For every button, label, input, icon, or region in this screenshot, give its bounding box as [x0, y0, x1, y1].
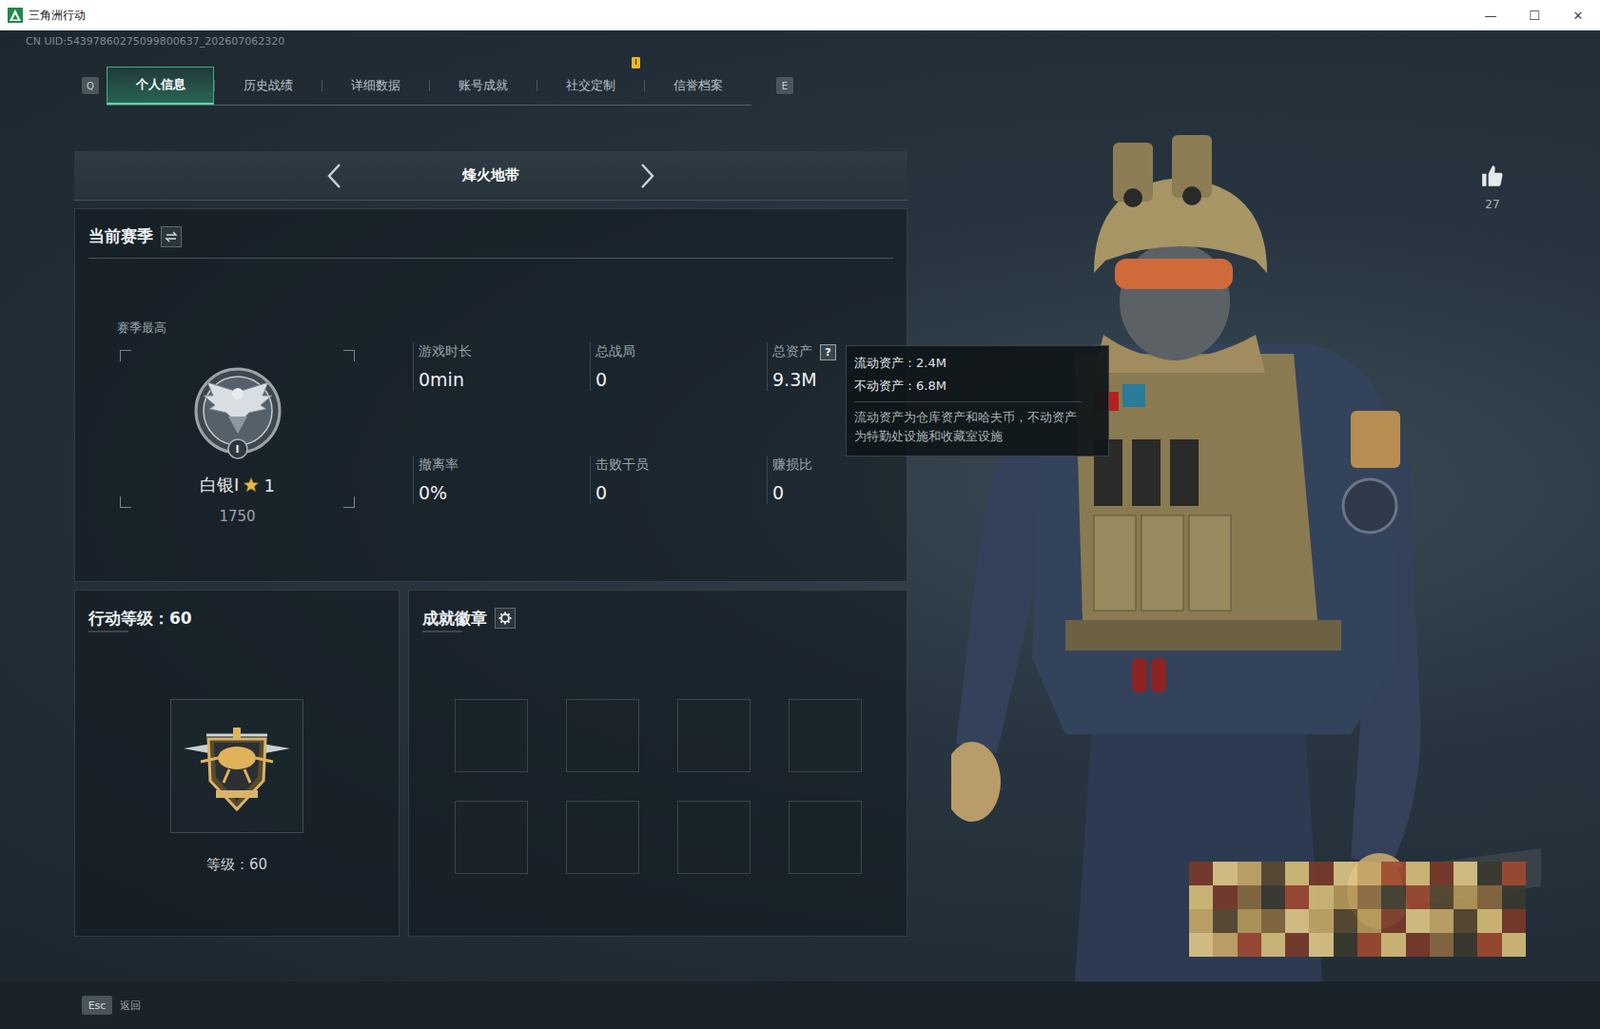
badges-panel: 成就徽章 [408, 589, 908, 937]
title-bar: 三角洲行动—☐✕ [0, 0, 1600, 31]
stat-label: 撤离率 [418, 456, 459, 474]
badge-slot[interactable] [565, 800, 640, 875]
profile-panel: CN UID:54397860275099800637_202607062320… [0, 30, 1600, 937]
season-panel: 当前赛季赛季最高I白银I11750游戏时长0min总战局0总资产?9.3M撤离率… [74, 208, 908, 583]
stat-label-row: 赚损比 [772, 455, 944, 475]
help-icon[interactable]: ? [819, 344, 837, 361]
badge-slot[interactable] [677, 699, 751, 773]
uid-label: CN UID:54397860275099800637_202607062320 [25, 34, 1600, 50]
star-icon [242, 476, 260, 494]
badges-title: 成就徽章 [422, 607, 488, 630]
tab[interactable]: 账号成就 [429, 66, 537, 105]
badge-slot[interactable] [454, 800, 528, 875]
season-header: 当前赛季 [88, 209, 894, 259]
footer-bar: Esc 返回 [0, 981, 1600, 1029]
rank-name: 白银I [199, 473, 239, 497]
tooltip-line: 流动资产：2.4M [854, 351, 1082, 375]
tab-label: 历史战绩 [243, 77, 293, 95]
stat: 游戏时长 0min [412, 342, 590, 391]
tab-label: 账号成就 [458, 77, 508, 95]
profile-screen: CN UID:54397860275099800637_202607062320… [0, 30, 1600, 982]
tab-label: 社交定制 [565, 77, 616, 95]
stat-label: 总资产 [772, 343, 813, 361]
stat-value: 0 [595, 481, 767, 505]
rank-frame: I 白银I 1 [119, 350, 355, 508]
rank-line: 白银I 1 [199, 473, 275, 497]
tab-bar: Q 个人信息 历史战绩 详细数据 账号成就 社交定制 信誉档案 E [81, 65, 1600, 106]
stat-label: 赚损比 [772, 456, 813, 474]
badge-slot[interactable] [677, 800, 751, 875]
season-best-label: 赛季最高 [117, 319, 355, 337]
tooltip-line: 不动资产：6.8M [854, 374, 1082, 398]
season-body: 赛季最高I白银I11750游戏时长0min总战局0总资产?9.3M撤离率0%击败… [75, 258, 907, 526]
stat-label-row: 击败干员 [595, 455, 767, 475]
stat-value: 0% [418, 481, 590, 505]
like-button[interactable]: 27 [1476, 163, 1509, 212]
assets-tooltip: 流动资产：2.4M不动资产：6.8M 流动资产为仓库资产和哈夫币，不动资产为特勤处… [845, 345, 1110, 457]
window-title: 三角洲行动 [28, 7, 1469, 24]
tab-label: 个人信息 [136, 76, 186, 94]
level-header: 行动等级：60 [88, 590, 386, 641]
stat: 撤离率 0% [412, 455, 590, 505]
stat: 赚损比 0 [766, 455, 944, 505]
badge-slots [454, 699, 907, 875]
tab[interactable]: 个人信息 [106, 66, 215, 105]
season-best: 赛季最高 I 白银I 1 1750 [117, 319, 355, 526]
level-emblem-icon [170, 699, 304, 834]
badge-slot[interactable] [565, 699, 640, 773]
minimize-button[interactable]: — [1468, 0, 1513, 31]
tab[interactable]: 详细数据 [321, 66, 430, 105]
chevron-left-icon[interactable] [324, 161, 346, 191]
operator-figure [951, 125, 1542, 982]
gear-icon[interactable] [494, 607, 516, 629]
app-logo-icon [7, 7, 23, 23]
rank-stars: 1 [263, 475, 274, 496]
tab[interactable]: 社交定制 [536, 66, 644, 105]
swap-icon[interactable] [160, 226, 182, 248]
tab[interactable]: 历史战绩 [214, 66, 322, 105]
stat: 击败干员 0 [589, 455, 767, 505]
badge-slot[interactable] [788, 699, 862, 773]
mode-selector: 烽火地带 [74, 151, 908, 201]
badge-slot[interactable] [454, 699, 528, 773]
rank-score: 1750 [119, 507, 355, 526]
stat-value: 0 [595, 368, 767, 391]
stat-label: 总战局 [595, 343, 636, 361]
rank-numeral: I [188, 443, 288, 457]
season-title: 当前赛季 [88, 225, 154, 248]
rank-emblem-icon: I [188, 363, 288, 463]
stat: 总战局 0 [589, 342, 767, 391]
badge-slot[interactable] [788, 800, 862, 875]
prev-tab-key[interactable]: Q [81, 77, 99, 95]
tooltip-note: 流动资产为仓库资产和哈夫币，不动资产为特勤处设施和收藏室设施 [854, 401, 1082, 447]
close-button[interactable]: ✕ [1556, 0, 1600, 31]
tab-label: 详细数据 [351, 77, 401, 95]
level-panel: 行动等级：60 等级：60 [74, 589, 400, 937]
tabs: 个人信息 历史战绩 详细数据 账号成就 社交定制 信誉档案 [106, 66, 752, 106]
tab[interactable]: 信誉档案 [643, 66, 752, 105]
mode-label: 烽火地带 [457, 166, 525, 185]
badges-header: 成就徽章 [422, 590, 894, 641]
stat-label-row: 游戏时长 [418, 342, 590, 362]
tab-label: 信誉档案 [673, 77, 723, 95]
back-label[interactable]: 返回 [119, 998, 141, 1014]
like-count: 27 [1484, 197, 1500, 212]
stat-label-row: 撤离率 [418, 455, 590, 475]
thumbs-up-icon[interactable] [1480, 163, 1505, 193]
level-caption: 等级：60 [75, 856, 399, 875]
level-title: 行动等级：60 [88, 607, 193, 630]
stat-label-row: 总战局 [595, 342, 767, 362]
esc-key[interactable]: Esc [81, 995, 113, 1015]
chevron-right-icon[interactable] [636, 161, 658, 191]
blurred-image [1189, 861, 1526, 957]
stat-label: 游戏时长 [418, 343, 472, 361]
notification-badge [631, 57, 641, 69]
maximize-button[interactable]: ☐ [1512, 0, 1557, 31]
stat-value: 0 [772, 481, 944, 505]
stat-value: 0min [418, 368, 590, 391]
next-tab-key[interactable]: E [776, 77, 794, 95]
stat-label: 击败干员 [595, 456, 649, 474]
